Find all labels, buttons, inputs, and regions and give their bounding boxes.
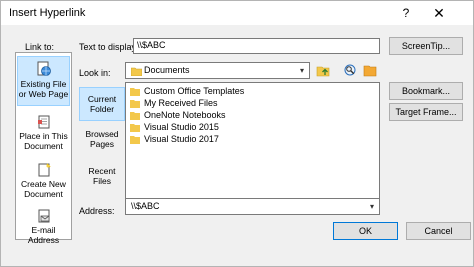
screentip-button[interactable]: ScreenTip... <box>389 37 463 55</box>
document-place-icon <box>37 115 49 129</box>
browse-nav-pane: Current Folder Browsed Pages Recent File… <box>79 82 125 213</box>
text-to-display-input[interactable]: \\$ABC <box>133 38 380 54</box>
link-to-existing-file[interactable]: Existing File or Web Page <box>17 56 70 106</box>
look-in-label: Look in: <box>79 68 111 78</box>
link-to-pane: Existing File or Web Page Place in This … <box>15 52 72 245</box>
link-to-existing-line2: or Web Page <box>18 89 69 99</box>
close-button[interactable]: ✕ <box>426 3 452 23</box>
dialog-title: Insert Hyperlink <box>9 7 86 19</box>
insert-hyperlink-dialog: Insert Hyperlink ? ✕ Link to: Existing F… <box>0 0 474 267</box>
bookmark-button[interactable]: Bookmark... <box>389 82 463 100</box>
search-web-icon[interactable] <box>343 63 357 77</box>
link-to-email-line2: Address <box>27 235 60 245</box>
file-name: Visual Studio 2015 <box>144 122 219 132</box>
nav-recent-line1: Recent <box>88 166 116 176</box>
link-to-email-line1: E-mail <box>31 225 56 235</box>
link-to-create-new-document[interactable]: Create New Document <box>17 163 70 203</box>
link-to-place-line2: Document <box>24 141 63 151</box>
folder-icon <box>130 100 140 109</box>
folder-icon <box>130 136 140 145</box>
link-to-place-in-document[interactable]: Place in This Document <box>17 115 70 155</box>
browse-file-icon[interactable] <box>363 63 377 77</box>
list-item[interactable]: Custom Office Templates <box>130 86 244 97</box>
folder-icon <box>130 88 140 97</box>
file-list: Custom Office Templates My Received File… <box>125 82 380 213</box>
target-frame-button[interactable]: Target Frame... <box>389 103 463 121</box>
folder-icon <box>130 124 140 133</box>
email-icon <box>38 209 49 223</box>
file-name: My Received Files <box>144 98 218 108</box>
look-in-select[interactable]: Documents ▾ <box>125 62 310 79</box>
cancel-button[interactable]: Cancel <box>406 222 471 240</box>
nav-current-line2: Folder <box>89 104 115 114</box>
address-value: \\$ABC <box>131 201 160 211</box>
nav-browsed-line1: Browsed <box>85 129 119 139</box>
link-to-email-address[interactable]: E-mail Address <box>17 209 70 245</box>
globe-page-icon <box>37 61 51 76</box>
file-name: OneNote Notebooks <box>144 110 226 120</box>
chevron-down-icon[interactable]: ▾ <box>366 200 378 213</box>
up-one-folder-icon[interactable] <box>316 63 330 77</box>
address-input[interactable]: \\$ABC ▾ <box>125 198 380 215</box>
help-button[interactable]: ? <box>393 3 419 23</box>
link-to-existing-line1: Existing File <box>20 79 67 89</box>
nav-recent-files[interactable]: Recent Files <box>79 166 125 196</box>
nav-recent-line2: Files <box>93 176 111 186</box>
nav-current-folder[interactable]: Current Folder <box>79 87 125 121</box>
nav-browsed-line2: Pages <box>89 139 115 149</box>
list-item[interactable]: Visual Studio 2015 <box>130 122 219 133</box>
dialog-body: Link to: Existing File or Web Page Place… <box>1 25 473 266</box>
folder-icon <box>131 67 142 76</box>
list-item[interactable]: Visual Studio 2017 <box>130 134 219 145</box>
nav-current-line1: Current <box>87 94 117 104</box>
link-to-place-line1: Place in This <box>19 131 68 141</box>
text-to-display-label: Text to display: <box>79 42 139 52</box>
new-document-icon <box>38 163 51 177</box>
list-item[interactable]: My Received Files <box>130 98 218 109</box>
link-to-new-line2: Document <box>24 189 63 199</box>
look-in-value: Documents <box>144 65 190 75</box>
file-name: Visual Studio 2017 <box>144 134 219 144</box>
nav-browsed-pages[interactable]: Browsed Pages <box>79 129 125 159</box>
address-label: Address: <box>79 206 115 216</box>
ok-button[interactable]: OK <box>333 222 398 240</box>
list-item[interactable]: OneNote Notebooks <box>130 110 226 121</box>
title-bar: Insert Hyperlink ? ✕ <box>1 1 473 25</box>
link-to-new-line1: Create New <box>21 179 66 189</box>
file-name: Custom Office Templates <box>144 86 245 96</box>
folder-icon <box>130 112 140 121</box>
link-to-label: Link to: <box>25 42 55 52</box>
chevron-down-icon[interactable]: ▾ <box>296 64 308 77</box>
